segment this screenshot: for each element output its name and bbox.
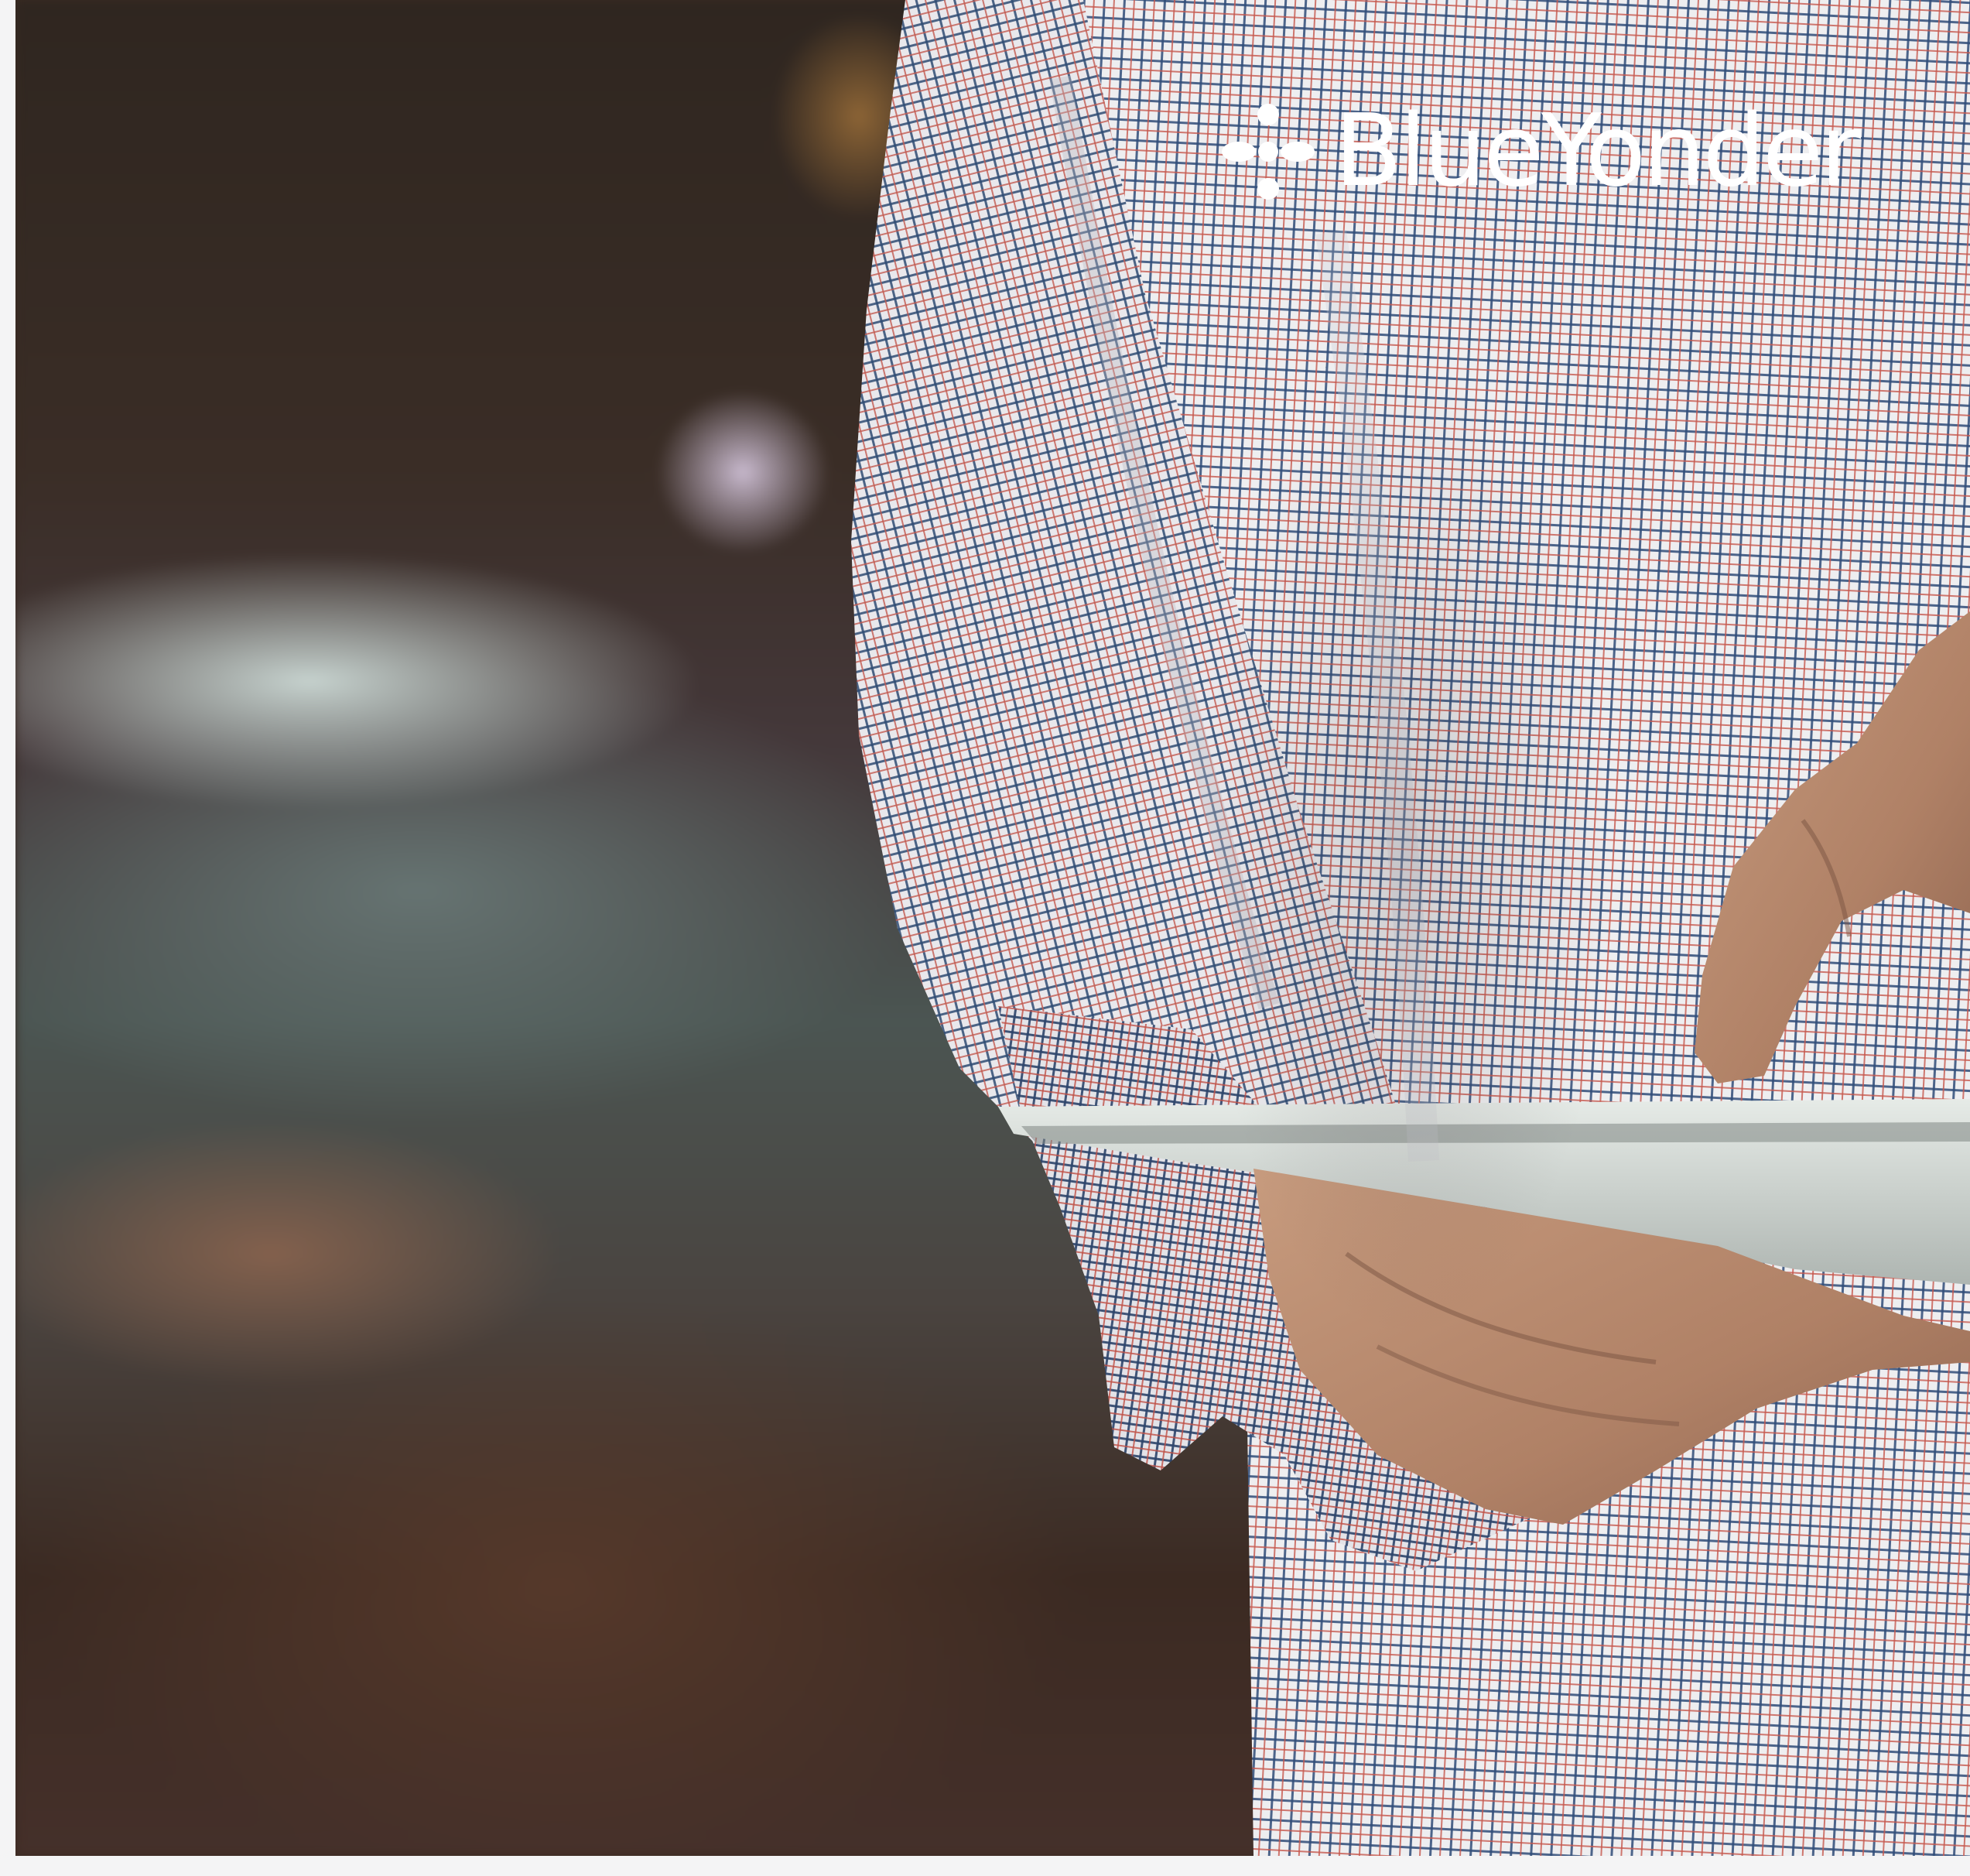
blue-yonder-logo-icon	[1221, 104, 1315, 200]
brand-name: BlueYonder	[1334, 94, 1861, 209]
hero-photo: BlueYonder	[15, 0, 1970, 1856]
brand-logo: BlueYonder	[1221, 94, 1861, 209]
